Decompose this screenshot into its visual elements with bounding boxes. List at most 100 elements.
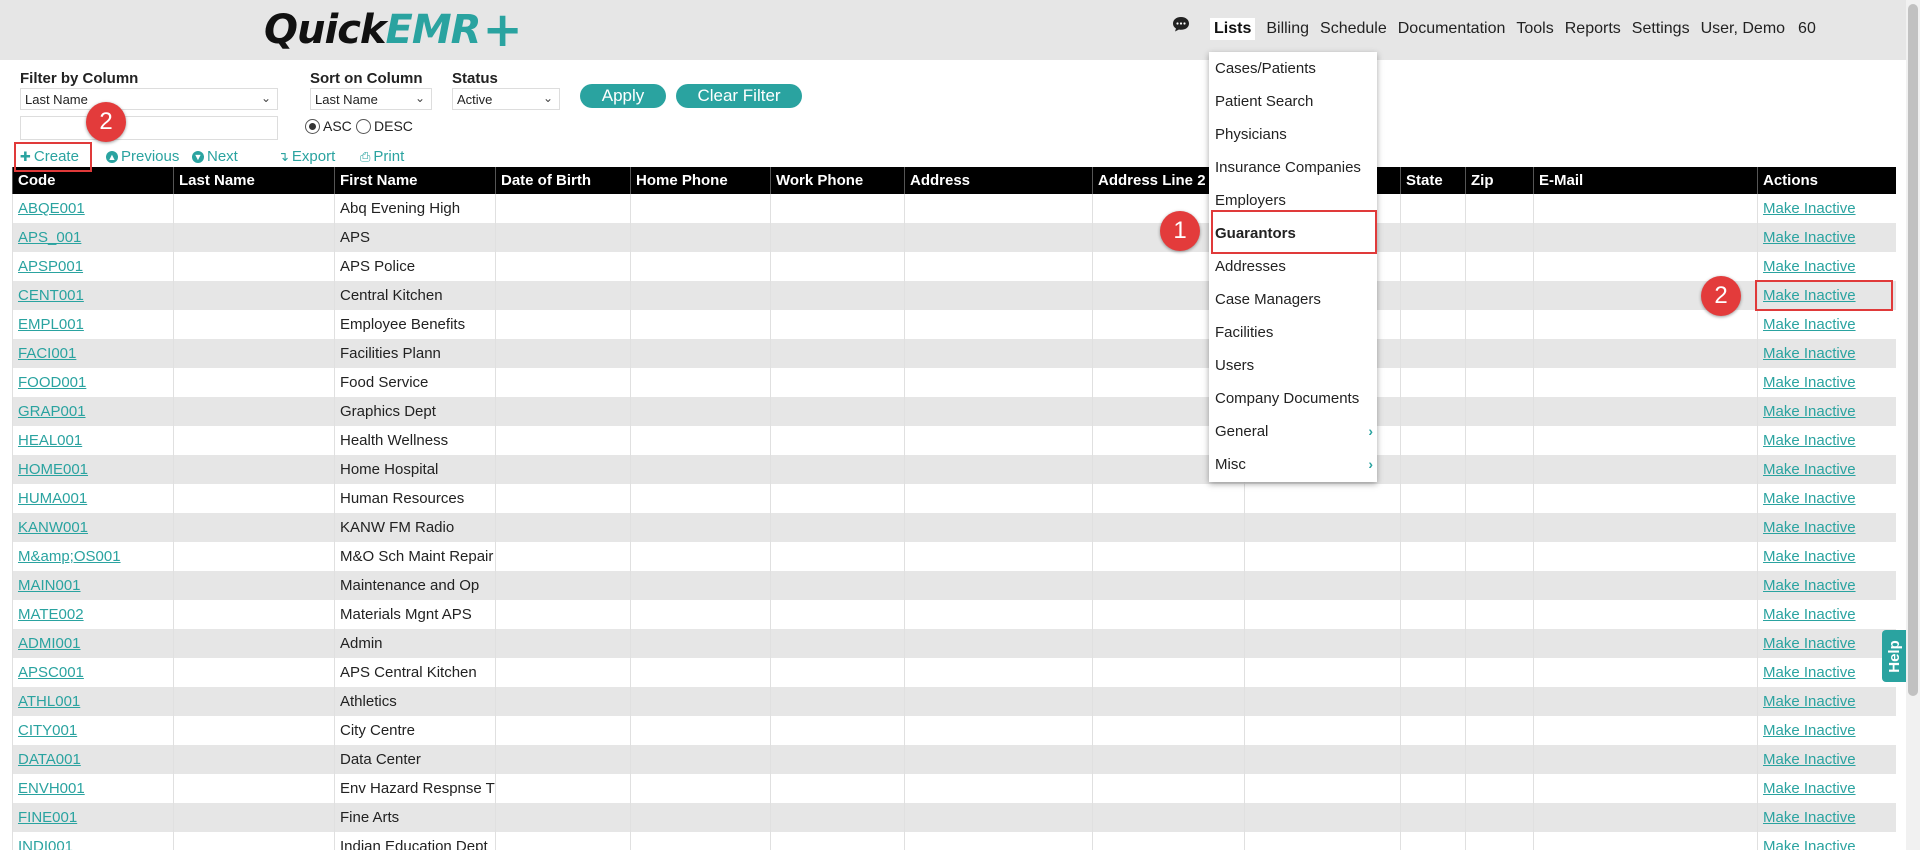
nav-schedule[interactable]: Schedule [1320,20,1387,40]
code-link[interactable]: ENVH001 [18,780,85,797]
make-inactive-link[interactable]: Make Inactive [1763,664,1856,681]
nav-reports[interactable]: Reports [1565,20,1621,40]
filter-column-select[interactable]: Last Name ⌄ [20,88,278,110]
menu-item-addresses[interactable]: Addresses [1209,250,1377,283]
code-link[interactable]: CENT001 [18,287,84,304]
menu-item-facilities[interactable]: Facilities [1209,316,1377,349]
code-link[interactable]: APS_001 [18,229,81,246]
table-cell [495,368,631,397]
column-header[interactable]: Last Name [173,167,335,194]
table-cell [630,542,771,571]
code-link[interactable]: MATE002 [18,606,84,623]
make-inactive-link[interactable]: Make Inactive [1763,838,1856,850]
status-select[interactable]: Active ⌄ [452,88,560,110]
code-link[interactable]: FINE001 [18,809,77,826]
make-inactive-link[interactable]: Make Inactive [1763,490,1856,507]
print-button[interactable]: ⎙ Print [360,148,404,165]
menu-item-cases-patients[interactable]: Cases/Patients [1209,52,1377,85]
column-header[interactable]: Date of Birth [495,167,631,194]
make-inactive-link[interactable]: Make Inactive [1763,258,1856,275]
make-inactive-link[interactable]: Make Inactive [1763,635,1856,652]
chat-icon[interactable] [1172,16,1190,32]
nav-tools[interactable]: Tools [1516,20,1553,40]
make-inactive-link[interactable]: Make Inactive [1763,780,1856,797]
make-inactive-link[interactable]: Make Inactive [1763,432,1856,449]
menu-item-insurance-companies[interactable]: Insurance Companies [1209,151,1377,184]
make-inactive-link[interactable]: Make Inactive [1763,229,1856,246]
code-link[interactable]: INDI001 [18,838,73,850]
column-header[interactable]: Code [12,167,174,194]
menu-item-misc[interactable]: Misc › [1209,448,1377,481]
quickemr-logo[interactable]: Quick EMR + [264,6,523,54]
create-button[interactable]: ✚ Create [20,148,79,165]
code-link[interactable]: APSC001 [18,664,84,681]
code-link[interactable]: ATHL001 [18,693,80,710]
make-inactive-link[interactable]: Make Inactive [1763,461,1856,478]
code-link[interactable]: EMPL001 [18,316,84,333]
make-inactive-link[interactable]: Make Inactive [1763,577,1856,594]
code-link[interactable]: HEAL001 [18,432,82,449]
code-link[interactable]: ABQE001 [18,200,85,217]
help-tab[interactable]: Help [1882,630,1906,682]
scrollbar-thumb[interactable] [1908,4,1918,696]
code-link[interactable]: MAIN001 [18,577,81,594]
code-link[interactable]: KANW001 [18,519,88,536]
table-cell [495,658,631,687]
next-button[interactable]: ▼ Next [192,148,238,165]
sort-column-select[interactable]: Last Name ⌄ [310,88,432,110]
make-inactive-link[interactable]: Make Inactive [1763,316,1856,333]
export-button[interactable]: ↴ Export [278,148,335,165]
menu-item-case-managers[interactable]: Case Managers [1209,283,1377,316]
code-link[interactable]: CITY001 [18,722,77,739]
make-inactive-link[interactable]: Make Inactive [1763,606,1856,623]
make-inactive-link[interactable]: Make Inactive [1763,200,1856,217]
make-inactive-link[interactable]: Make Inactive [1763,287,1856,304]
apply-button[interactable]: Apply [580,84,666,108]
menu-item-patient-search[interactable]: Patient Search [1209,85,1377,118]
previous-button[interactable]: ▲ Previous [106,148,179,165]
nav-lists[interactable]: Lists [1210,18,1256,40]
make-inactive-link[interactable]: Make Inactive [1763,751,1856,768]
column-header[interactable]: Zip [1465,167,1534,194]
make-inactive-link[interactable]: Make Inactive [1763,374,1856,391]
nav-settings[interactable]: Settings [1632,20,1690,40]
column-header[interactable]: First Name [334,167,496,194]
menu-item-company-documents[interactable]: Company Documents [1209,382,1377,415]
code-link[interactable]: HOME001 [18,461,88,478]
make-inactive-link[interactable]: Make Inactive [1763,809,1856,826]
table-row: FINE001 Fine Arts Make Inactive [12,803,1896,832]
menu-item-employers[interactable]: Employers [1209,184,1377,217]
code-link[interactable]: FOOD001 [18,374,86,391]
filter-text-input[interactable] [20,116,278,140]
code-link[interactable]: ADMI001 [18,635,81,652]
code-link[interactable]: HUMA001 [18,490,87,507]
menu-item-guarantors[interactable]: Guarantors [1209,217,1377,250]
menu-item-general[interactable]: General › [1209,415,1377,448]
make-inactive-link[interactable]: Make Inactive [1763,693,1856,710]
clear-filter-button[interactable]: Clear Filter [676,84,802,108]
menu-item-physicians[interactable]: Physicians [1209,118,1377,151]
code-link[interactable]: DATA001 [18,751,81,768]
column-header[interactable]: Actions [1757,167,1896,194]
nav-documentation[interactable]: Documentation [1398,20,1506,40]
column-header[interactable]: Home Phone [630,167,771,194]
menu-item-users[interactable]: Users [1209,349,1377,382]
code-link[interactable]: M&amp;OS001 [18,548,121,565]
column-header[interactable]: E-Mail [1533,167,1758,194]
make-inactive-link[interactable]: Make Inactive [1763,519,1856,536]
make-inactive-link[interactable]: Make Inactive [1763,403,1856,420]
sort-desc-radio[interactable]: DESC [356,118,413,134]
column-header[interactable]: State [1400,167,1466,194]
column-header[interactable]: Work Phone [770,167,905,194]
code-link[interactable]: APSP001 [18,258,83,275]
sort-asc-radio[interactable]: ASC [305,118,352,134]
nav-billing[interactable]: Billing [1266,20,1309,40]
code-link[interactable]: FACI001 [18,345,76,362]
make-inactive-link[interactable]: Make Inactive [1763,722,1856,739]
code-link[interactable]: GRAP001 [18,403,86,420]
make-inactive-link[interactable]: Make Inactive [1763,548,1856,565]
nav-user-menu[interactable]: User, Demo [1701,20,1785,40]
page-scrollbar[interactable] [1906,0,1920,850]
column-header[interactable]: Address [904,167,1093,194]
make-inactive-link[interactable]: Make Inactive [1763,345,1856,362]
